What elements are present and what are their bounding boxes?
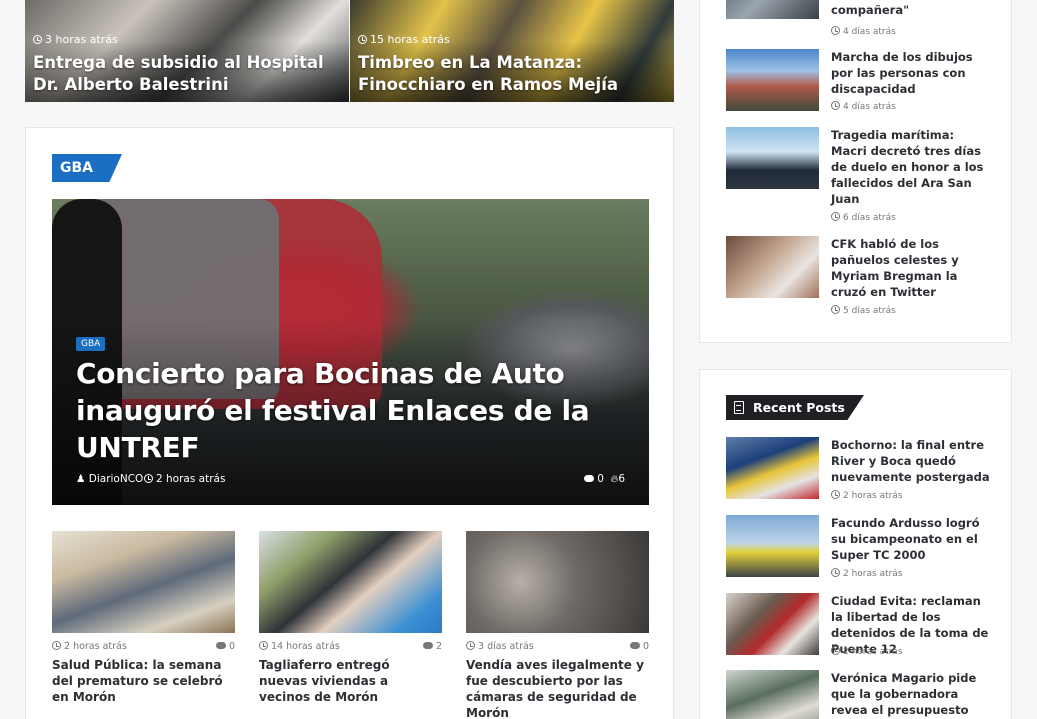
grid-title-3[interactable]: Vendía aves ilegalmente y fue descubiert… <box>466 657 649 719</box>
time-text: 3 días atrás <box>478 641 534 652</box>
clock-icon <box>358 35 367 44</box>
hero-time: 2 horas atrás <box>144 473 225 485</box>
author-name: DiarioNCO <box>88 473 144 485</box>
top-card-1-time: 3 horas atrás <box>33 33 118 46</box>
document-icon <box>734 401 744 414</box>
recent-time-1: 2 horas atrás <box>831 490 903 501</box>
grid-meta-2: 14 horas atrás 2 <box>259 641 442 652</box>
top-card-1-title[interactable]: Entrega de subsidio al Hospital Dr. Albe… <box>33 52 339 96</box>
grid-title-2[interactable]: Tagliaferro entregó nuevas viviendas a v… <box>259 657 442 705</box>
time-text: 2 horas atrás <box>843 491 903 501</box>
hero-article[interactable]: GBA Concierto para Bocinas de Auto inaug… <box>52 199 649 505</box>
sidebar-time-4: 5 días atrás <box>831 305 896 316</box>
recent-title-4[interactable]: Verónica Magario pide que la gobernadora… <box>831 670 991 718</box>
section-label[interactable]: GBA <box>52 154 122 182</box>
sidebar-time-3: 6 días atrás <box>831 212 896 223</box>
view-count: 6 <box>618 473 625 485</box>
comment-icon <box>629 642 640 649</box>
recent-time-2: 2 horas atrás <box>831 568 903 579</box>
sidebar-title-2[interactable]: Marcha de los dibujos por las personas c… <box>831 49 991 97</box>
sidebar-thumb-3 <box>726 127 819 189</box>
clock-icon <box>33 35 42 44</box>
sidebar-latest-widget: compañera" 4 días atrás Marcha de los di… <box>699 0 1012 343</box>
clock-icon <box>52 641 61 650</box>
comment-count: 0 <box>228 641 235 652</box>
top-card-2[interactable]: 15 horas atrás Timbreo en La Matanza: Fi… <box>350 0 674 102</box>
time-text: 2 horas atrás <box>64 641 127 652</box>
clock-icon <box>831 212 840 221</box>
hero-stats: 0 🔥︎6 <box>584 473 625 486</box>
clock-icon <box>466 641 475 650</box>
sidebar-time-2: 4 días atrás <box>831 101 896 112</box>
sidebar-thumb-1 <box>726 0 819 19</box>
time-text: 2 horas atrás <box>843 569 903 579</box>
grid-article-2[interactable]: 14 horas atrás 2 Tagliaferro entregó nuev… <box>259 531 442 705</box>
recent-thumb-1 <box>726 437 819 499</box>
grid-meta-3: 3 días atrás 0 <box>466 641 649 652</box>
clock-icon <box>831 305 840 314</box>
gba-section: GBA GBA Concierto para Bocinas de Auto i… <box>25 127 674 719</box>
grid-article-3[interactable]: 3 días atrás 0 Vendía aves ilegalmente y … <box>466 531 649 719</box>
comment-count: 2 <box>435 641 442 652</box>
sidebar-title-1[interactable]: compañera" <box>831 2 991 18</box>
clock-icon <box>831 101 840 110</box>
grid-meta-1: 2 horas atrás 0 <box>52 641 235 652</box>
sidebar-thumb-2 <box>726 49 819 111</box>
recent-posts-widget: Recent Posts Bochorno: la final entre Ri… <box>699 369 1012 719</box>
time-text: 4 días atrás <box>843 102 896 112</box>
time-text: 3 horas atrás <box>45 33 118 46</box>
recent-title-2[interactable]: Facundo Ardusso logró su bicampeonato en… <box>831 515 991 563</box>
grid-thumb-2 <box>259 531 442 633</box>
clock-icon <box>831 490 840 499</box>
grid-thumb-1 <box>52 531 235 633</box>
grid-thumb-3 <box>466 531 649 633</box>
sidebar-title-3[interactable]: Tragedia marítima: Macri decretó tres dí… <box>831 127 991 207</box>
time-text: 5 días atrás <box>843 306 896 316</box>
recent-thumb-3 <box>726 593 819 655</box>
comment-icon <box>422 642 433 649</box>
clock-icon <box>259 641 268 650</box>
time-text: 6 días atrás <box>843 213 896 223</box>
top-card-2-time: 15 horas atrás <box>358 33 450 46</box>
sidebar-thumb-4 <box>726 236 819 298</box>
sidebar-title-4[interactable]: CFK habló de los pañuelos celestes y Myr… <box>831 236 991 300</box>
hero-title[interactable]: Concierto para Bocinas de Auto inauguró … <box>76 355 596 466</box>
recent-title-1[interactable]: Bochorno: la final entre River y Boca qu… <box>831 437 991 485</box>
recent-thumb-4 <box>726 670 819 719</box>
top-card-2-title[interactable]: Timbreo en La Matanza: Finocchiaro en Ra… <box>358 52 664 96</box>
sidebar-time-1: 4 días atrás <box>831 26 896 37</box>
hero-category-badge[interactable]: GBA <box>76 337 106 351</box>
clock-icon <box>831 568 840 577</box>
time-text: 14 horas atrás <box>271 641 340 652</box>
hero-author[interactable]: ♟ DiarioNCO <box>76 473 143 485</box>
comment-count: 0 <box>642 641 649 652</box>
time-text: 2 horas atrás <box>843 647 903 657</box>
grid-article-1[interactable]: 2 horas atrás 0 Salud Pública: la semana … <box>52 531 235 705</box>
grid-title-1[interactable]: Salud Pública: la semana del prematuro s… <box>52 657 235 705</box>
widget-title-text: Recent Posts <box>753 400 845 415</box>
recent-posts-title: Recent Posts <box>726 395 864 420</box>
top-card-1[interactable]: 3 horas atrás Entrega de subsidio al Hos… <box>25 0 349 102</box>
comment-icon <box>215 642 226 649</box>
recent-time-3: 2 horas atrás <box>831 646 903 657</box>
time-text: 15 horas atrás <box>370 33 450 46</box>
clock-icon <box>831 26 840 35</box>
time-text: 4 días atrás <box>843 27 896 37</box>
comment-icon <box>584 475 595 482</box>
recent-thumb-2 <box>726 515 819 577</box>
time-text: 2 horas atrás <box>156 473 226 485</box>
clock-icon <box>144 474 153 483</box>
clock-icon <box>831 646 840 655</box>
comment-count: 0 <box>597 473 604 485</box>
user-icon: ♟ <box>76 473 86 485</box>
